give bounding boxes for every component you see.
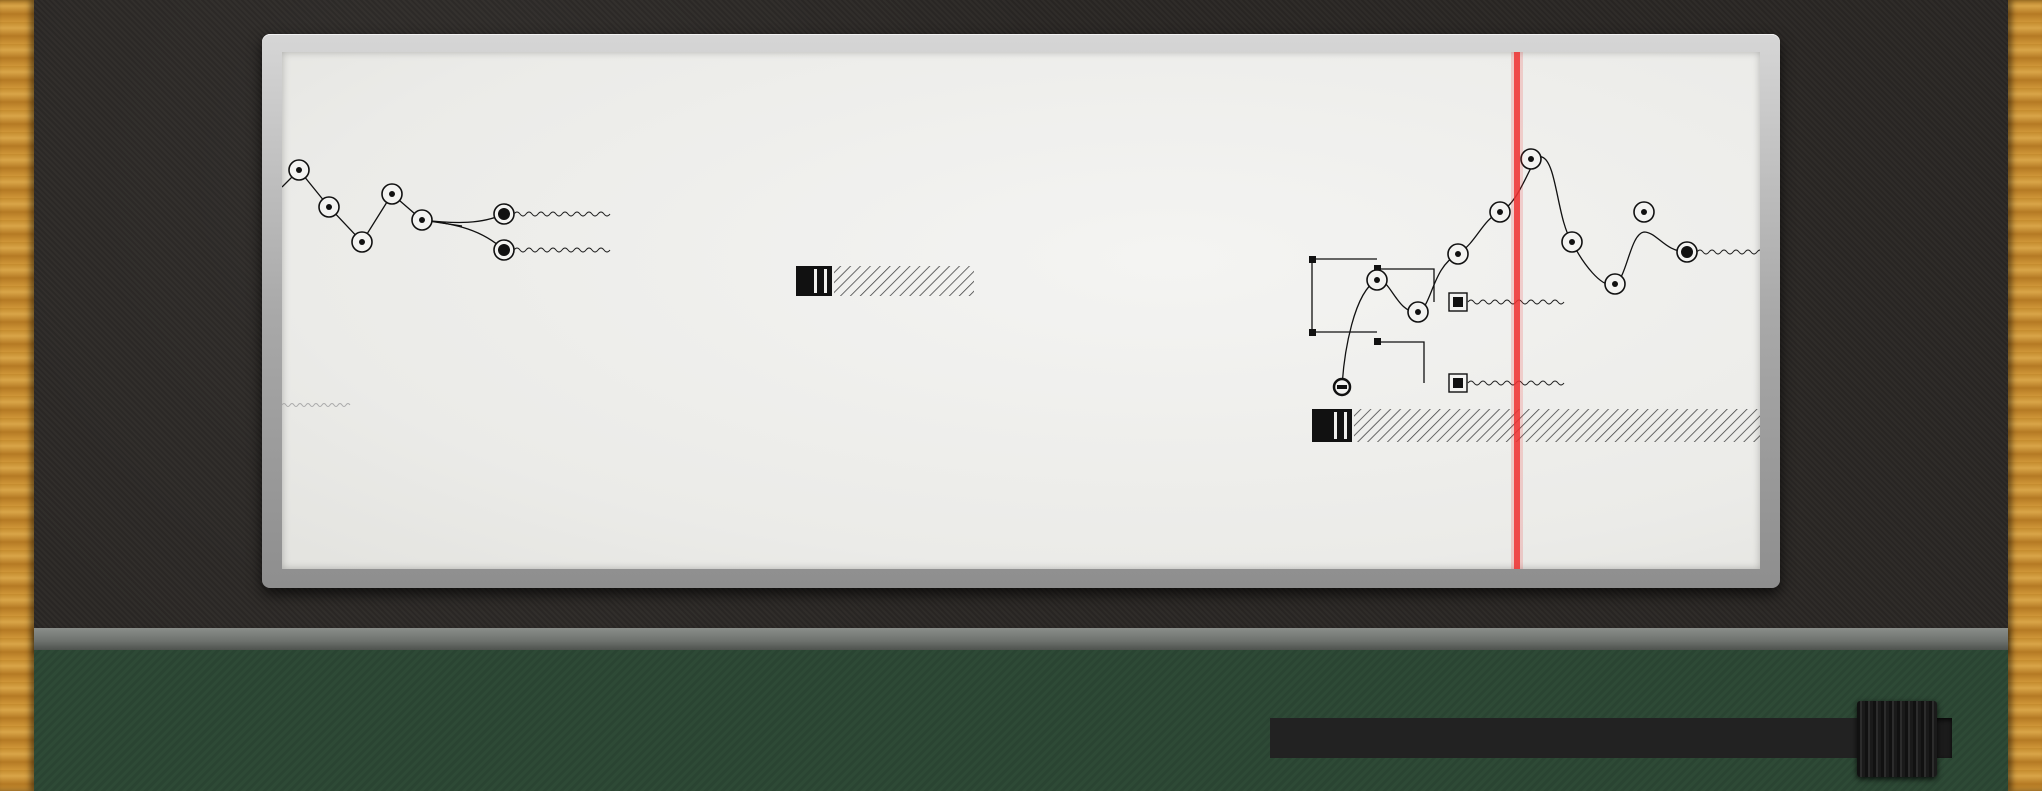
melody-node[interactable] [351,231,373,253]
melody-node[interactable] [318,196,340,218]
playhead-line[interactable] [1511,52,1523,569]
melody-node[interactable] [1407,301,1429,323]
melody-node[interactable] [1520,148,1542,170]
melody-node[interactable] [411,209,433,231]
score-paper[interactable] [282,52,1760,569]
melody-node[interactable] [1489,201,1511,223]
right-barcode-block[interactable] [1312,409,1760,442]
melody-end-node[interactable] [1676,241,1698,263]
wood-frame-left [0,0,34,791]
left-melody-cluster [282,159,611,407]
melody-node[interactable] [1633,201,1655,223]
wood-frame-right [2008,0,2042,791]
melody-node[interactable] [288,159,310,181]
melody-node[interactable] [381,183,403,205]
timeline-slider-track[interactable] [1270,701,1952,777]
square-node[interactable] [1448,373,1468,393]
melody-node[interactable] [1366,269,1388,291]
square-node[interactable] [1448,292,1468,312]
melody-end-node[interactable] [493,203,515,225]
score-frame [262,34,1780,588]
right-melody-cluster [1309,148,1760,397]
slider-handle-icon[interactable] [1857,701,1938,777]
score-canvas[interactable] [282,52,1760,569]
melody-node[interactable] [1447,243,1469,265]
melody-node[interactable] [1561,231,1583,253]
timeline-slider-fill [1270,718,1898,758]
melody-end-node[interactable] [493,239,515,261]
shelf-edge [34,628,2008,650]
melody-node[interactable] [1604,273,1626,295]
center-barcode-block[interactable] [796,266,974,296]
